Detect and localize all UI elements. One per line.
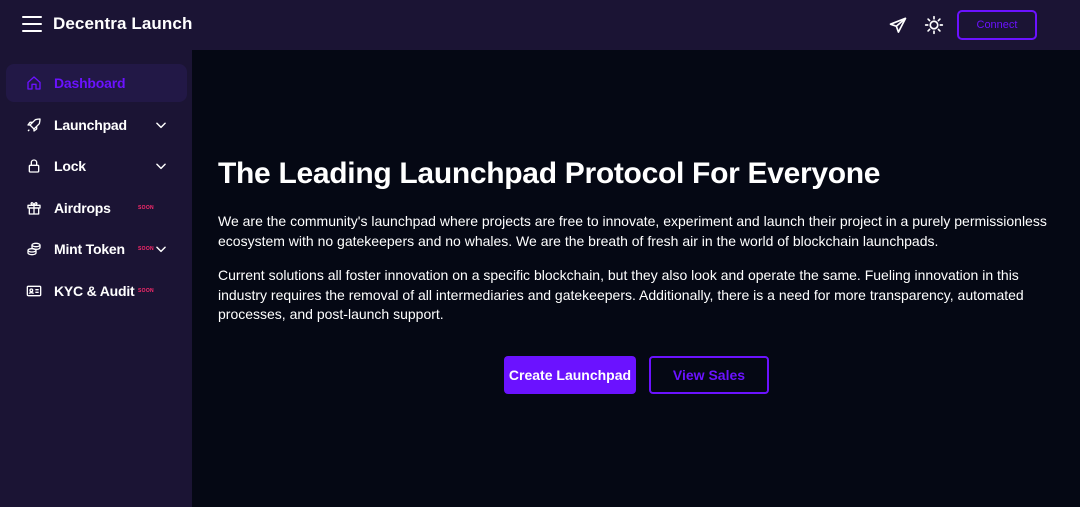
sidebar-item-label: Dashboard — [54, 75, 126, 91]
sidebar-item-kyc-audit[interactable]: KYC & Audit SOON — [6, 272, 187, 310]
sidebar-item-launchpad[interactable]: Launchpad — [6, 106, 187, 144]
sidebar-item-mint-token[interactable]: Mint Token SOON — [6, 230, 187, 268]
chevron-down-icon[interactable] — [154, 159, 168, 173]
app-title: Decentra Launch — [53, 14, 193, 33]
sidebar: Dashboard Launchpad Lock Airdrops SOON M… — [0, 50, 192, 507]
sidebar-item-airdrops[interactable]: Airdrops SOON — [6, 189, 187, 227]
sidebar-item-label: Airdrops — [54, 200, 111, 216]
chevron-down-icon[interactable] — [154, 242, 168, 256]
sidebar-item-label: Mint Token — [54, 241, 125, 257]
id-card-icon — [26, 285, 42, 297]
rocket-icon — [27, 118, 41, 132]
sidebar-item-label: KYC & Audit — [54, 283, 135, 299]
sidebar-item-dashboard[interactable]: Dashboard — [6, 64, 187, 102]
create-launchpad-button[interactable]: Create Launchpad — [504, 356, 636, 394]
menu-icon[interactable] — [22, 16, 42, 32]
sidebar-item-label: Launchpad — [54, 117, 127, 133]
soon-badge: SOON — [138, 288, 154, 294]
sidebar-item-lock[interactable]: Lock — [6, 147, 187, 185]
chevron-down-icon[interactable] — [154, 118, 168, 132]
top-bar: Decentra Launch Connect — [0, 0, 1080, 50]
sun-icon[interactable] — [924, 15, 944, 35]
view-sales-button[interactable]: View Sales — [649, 356, 769, 394]
sidebar-item-label: Lock — [54, 158, 86, 174]
page-title: The Leading Launchpad Protocol For Every… — [218, 157, 881, 190]
home-icon — [27, 76, 41, 90]
coins-icon — [27, 242, 41, 256]
main-content: The Leading Launchpad Protocol For Every… — [192, 50, 1080, 507]
intro-paragraph: We are the community's launchpad where p… — [218, 213, 1047, 249]
soon-badge: SOON — [138, 246, 154, 252]
gift-icon — [27, 202, 41, 215]
telegram-icon[interactable] — [888, 15, 908, 35]
connect-button[interactable]: Connect — [957, 10, 1037, 40]
soon-badge: SOON — [138, 205, 154, 211]
lock-icon — [28, 159, 40, 173]
description-paragraph: Current solutions all foster innovation … — [218, 267, 1024, 322]
